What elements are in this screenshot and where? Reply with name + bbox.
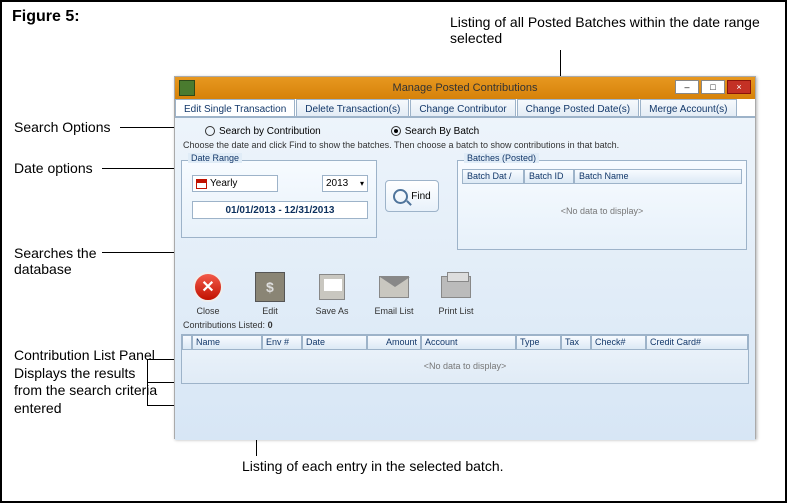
save-as-label: Save As xyxy=(315,306,348,316)
period-value: Yearly xyxy=(210,178,237,189)
batch-col-name[interactable]: Batch Name xyxy=(574,169,742,184)
year-select[interactable]: 2013 ▾ xyxy=(322,175,368,192)
caption-entry-list: Listing of each entry in the selected ba… xyxy=(242,458,504,474)
floppy-icon xyxy=(319,274,345,300)
batches-nodata: <No data to display> xyxy=(458,206,746,216)
batches-panel: Batches (Posted) Batch Dat / Batch ID Ba… xyxy=(457,160,747,250)
radio-label-batch: Search By Batch xyxy=(405,126,479,137)
envelope-icon xyxy=(379,276,409,298)
caption-find-desc: Searches the database xyxy=(14,245,134,277)
row-selector-col[interactable] xyxy=(182,335,192,350)
col-type[interactable]: Type xyxy=(516,335,561,350)
contributions-grid: Name Env # Date Amount Account Type Tax … xyxy=(181,334,749,384)
instruction-text: Choose the date and click Find to show t… xyxy=(183,140,619,150)
contributions-listed-label: Contributions Listed: 0 xyxy=(183,320,273,330)
col-name[interactable]: Name xyxy=(192,335,262,350)
tab-merge-accounts[interactable]: Merge Account(s) xyxy=(640,99,736,116)
batches-legend: Batches (Posted) xyxy=(464,153,539,163)
email-label: Email List xyxy=(374,306,413,316)
maximize-button[interactable]: □ xyxy=(701,80,725,94)
radio-search-by-batch[interactable]: Search By Batch xyxy=(391,126,479,137)
date-range-panel: Date Range Yearly 2013 ▾ 01/01/2013 - 12… xyxy=(181,160,377,238)
edit-button[interactable]: Edit xyxy=(245,270,295,316)
edit-label: Edit xyxy=(262,306,278,316)
grid-nodata: <No data to display> xyxy=(182,361,748,371)
date-range-display: 01/01/2013 - 12/31/2013 xyxy=(192,201,368,219)
email-list-button[interactable]: Email List xyxy=(369,270,419,316)
caption-batches: Listing of all Posted Batches within the… xyxy=(450,14,770,46)
year-value: 2013 xyxy=(326,178,348,189)
tab-edit-single-transaction[interactable]: Edit Single Transaction xyxy=(175,99,295,116)
print-label: Print List xyxy=(438,306,473,316)
period-select[interactable]: Yearly xyxy=(192,175,278,192)
app-icon xyxy=(179,80,195,96)
chevron-down-icon: ▾ xyxy=(360,179,364,188)
moneybag-icon xyxy=(255,272,285,302)
toolbar: ✕ Close Edit Save As Email List Pr xyxy=(183,270,481,316)
window-close-button[interactable]: × xyxy=(727,80,751,94)
batch-col-id[interactable]: Batch ID xyxy=(524,169,574,184)
save-as-button[interactable]: Save As xyxy=(307,270,357,316)
find-button-label: Find xyxy=(411,191,430,202)
tab-delete-transactions[interactable]: Delete Transaction(s) xyxy=(296,99,409,116)
contributions-count: 0 xyxy=(268,320,273,330)
tabs: Edit Single Transaction Delete Transacti… xyxy=(175,99,755,117)
col-credit-card[interactable]: Credit Card# xyxy=(646,335,748,350)
titlebar: Manage Posted Contributions – □ × xyxy=(175,77,755,99)
print-list-button[interactable]: Print List xyxy=(431,270,481,316)
batch-col-date[interactable]: Batch Dat / xyxy=(462,169,524,184)
window-body: Search by Contribution Search By Batch C… xyxy=(175,117,755,440)
date-range-legend: Date Range xyxy=(188,153,242,163)
printer-icon xyxy=(441,276,471,298)
close-button[interactable]: ✕ Close xyxy=(183,270,233,316)
calendar-icon xyxy=(196,179,207,189)
caption-contrib-panel: Contribution List Panel Displays the res… xyxy=(14,347,164,417)
search-icon xyxy=(393,189,408,204)
minimize-button[interactable]: – xyxy=(675,80,699,94)
col-env[interactable]: Env # xyxy=(262,335,302,350)
tab-change-contributor[interactable]: Change Contributor xyxy=(410,99,515,116)
caption-search-options: Search Options xyxy=(14,119,111,135)
close-label: Close xyxy=(196,306,219,316)
col-tax[interactable]: Tax xyxy=(561,335,591,350)
close-icon: ✕ xyxy=(193,272,223,302)
tab-change-posted-dates[interactable]: Change Posted Date(s) xyxy=(517,99,640,116)
figure-label: Figure 5: xyxy=(12,8,80,26)
window-title: Manage Posted Contributions xyxy=(393,82,538,94)
radio-label-contribution: Search by Contribution xyxy=(219,126,321,137)
caption-date-options: Date options xyxy=(14,160,93,176)
col-date[interactable]: Date xyxy=(302,335,367,350)
window: Manage Posted Contributions – □ × Edit S… xyxy=(174,76,756,439)
find-button[interactable]: Find xyxy=(385,180,439,212)
col-check[interactable]: Check# xyxy=(591,335,646,350)
radio-search-by-contribution[interactable]: Search by Contribution xyxy=(205,126,321,137)
col-account[interactable]: Account xyxy=(421,335,516,350)
col-amount[interactable]: Amount xyxy=(367,335,421,350)
